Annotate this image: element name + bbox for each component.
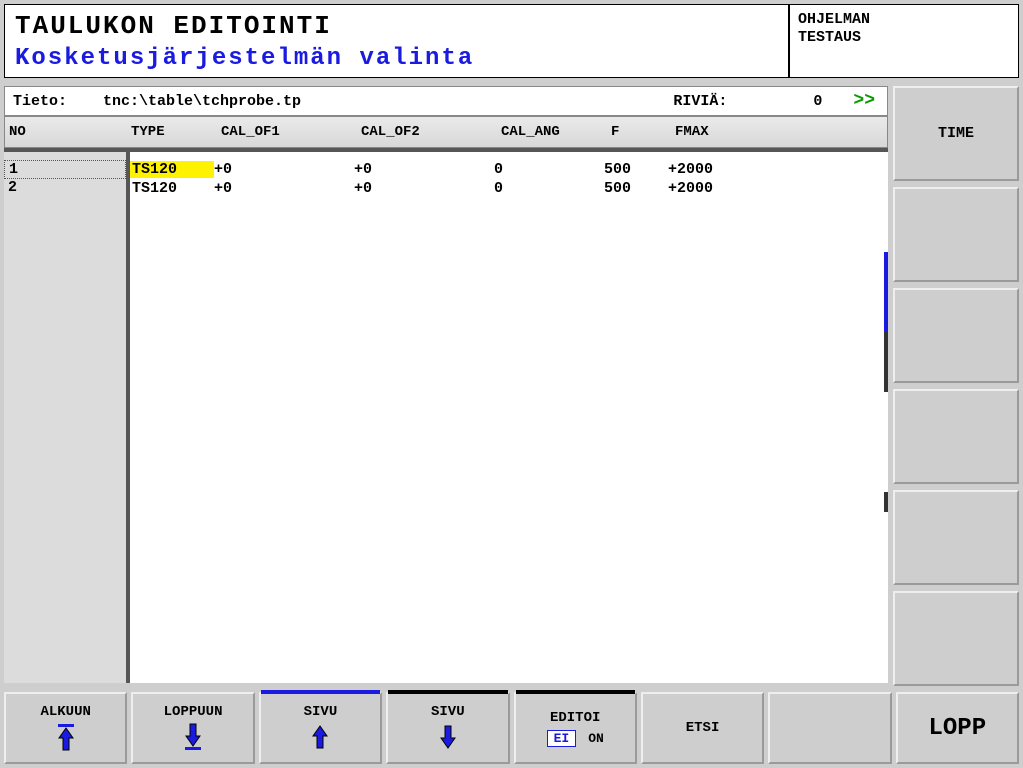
- cell-type[interactable]: TS120: [130, 161, 214, 178]
- softkey-label: ETSI: [686, 720, 720, 736]
- softkey-empty[interactable]: [893, 490, 1019, 585]
- softkey-search[interactable]: ETSI: [641, 692, 764, 764]
- col-type: TYPE: [131, 124, 221, 140]
- softkey-begin[interactable]: ALKUUN: [4, 692, 127, 764]
- softkey-empty[interactable]: [893, 187, 1019, 282]
- softkey-page-down[interactable]: SIVU: [386, 692, 509, 764]
- softkey-empty[interactable]: [893, 591, 1019, 686]
- col-cal-of1: CAL_OF1: [221, 124, 361, 140]
- cell-type[interactable]: TS120: [130, 180, 214, 197]
- scrollbar-track[interactable]: [884, 492, 888, 512]
- mode-line2: TESTAUS: [798, 29, 1010, 47]
- mode-panel: OHJELMAN TESTAUS: [789, 4, 1019, 78]
- bottom-softkey-row: ALKUUN LOPPUUN SIVU SIVU EDITOI EI ON: [4, 692, 1019, 764]
- softkey-label: ALKUUN: [40, 704, 90, 720]
- file-path: tnc:\table\tchprobe.tp: [103, 93, 673, 110]
- col-f: F: [611, 124, 675, 140]
- softkey-label: SIVU: [431, 704, 465, 720]
- softkey-empty[interactable]: [893, 288, 1019, 383]
- title-panel: TAULUKON EDITOINTI Kosketusjärjestelmän …: [4, 4, 789, 78]
- row-number[interactable]: 1: [4, 160, 126, 179]
- cell-cal-ang[interactable]: 0: [494, 180, 604, 197]
- scrollbar-track[interactable]: [884, 332, 888, 392]
- cell-fmax[interactable]: +2000: [668, 161, 788, 178]
- softkey-label: SIVU: [304, 704, 338, 720]
- cell-cal-of2[interactable]: +0: [354, 161, 494, 178]
- softkey-label: EDITOI: [550, 710, 600, 726]
- col-fmax: FMAX: [675, 124, 795, 140]
- cell-cal-of1[interactable]: +0: [214, 180, 354, 197]
- table-body[interactable]: 1 2 TS120 +0 +0 0 500 +2000 TS120 +0 +0 …: [4, 148, 888, 683]
- title-main: TAULUKON EDITOINTI: [15, 11, 778, 41]
- softkey-empty[interactable]: [768, 692, 891, 764]
- edit-on-option[interactable]: ON: [588, 731, 604, 746]
- header-bar: TAULUKON EDITOINTI Kosketusjärjestelmän …: [4, 4, 1019, 78]
- rows-value: 0: [813, 93, 853, 110]
- softkey-time[interactable]: TIME: [893, 86, 1019, 181]
- softkey-label: LOPP: [929, 715, 987, 742]
- info-label: Tieto:: [13, 93, 103, 110]
- arrow-up-stop-icon: [55, 722, 77, 752]
- col-cal-of2: CAL_OF2: [361, 124, 501, 140]
- softkey-quit[interactable]: LOPP: [896, 692, 1019, 764]
- table-row[interactable]: TS120 +0 +0 0 500 +2000: [130, 160, 888, 179]
- more-columns-icon[interactable]: >>: [853, 91, 879, 111]
- softkey-edit-toggle[interactable]: EDITOI EI ON: [514, 692, 637, 764]
- cell-f[interactable]: 500: [604, 180, 668, 197]
- edit-off-option[interactable]: EI: [547, 730, 577, 747]
- scrollbar-indicator[interactable]: [884, 252, 888, 332]
- right-softkey-column: TIME: [893, 86, 1019, 686]
- col-cal-ang: CAL_ANG: [501, 124, 611, 140]
- table-row[interactable]: TS120 +0 +0 0 500 +2000: [130, 179, 888, 198]
- cell-f[interactable]: 500: [604, 161, 668, 178]
- rows-label: RIVIÄ:: [673, 93, 813, 110]
- softkey-page-up[interactable]: SIVU: [259, 692, 382, 764]
- column-header-row: NO TYPE CAL_OF1 CAL_OF2 CAL_ANG F FMAX: [4, 116, 888, 148]
- softkey-label: LOPPUUN: [164, 704, 223, 720]
- data-column: TS120 +0 +0 0 500 +2000 TS120 +0 +0 0 50…: [130, 152, 888, 683]
- info-bar: Tieto: tnc:\table\tchprobe.tp RIVIÄ: 0 >…: [4, 86, 888, 116]
- arrow-down-icon: [437, 722, 459, 752]
- cell-cal-of1[interactable]: +0: [214, 161, 354, 178]
- softkey-empty[interactable]: [893, 389, 1019, 484]
- row-number[interactable]: 2: [4, 179, 126, 198]
- arrow-down-stop-icon: [182, 722, 204, 752]
- mode-line1: OHJELMAN: [798, 11, 1010, 29]
- title-sub: Kosketusjärjestelmän valinta: [15, 45, 778, 72]
- cell-cal-ang[interactable]: 0: [494, 161, 604, 178]
- softkey-end[interactable]: LOPPUUN: [131, 692, 254, 764]
- cell-fmax[interactable]: +2000: [668, 180, 788, 197]
- softkey-label: TIME: [938, 125, 974, 142]
- row-number-column: 1 2: [4, 152, 130, 683]
- col-no: NO: [7, 124, 131, 140]
- arrow-up-icon: [309, 722, 331, 752]
- cell-cal-of2[interactable]: +0: [354, 180, 494, 197]
